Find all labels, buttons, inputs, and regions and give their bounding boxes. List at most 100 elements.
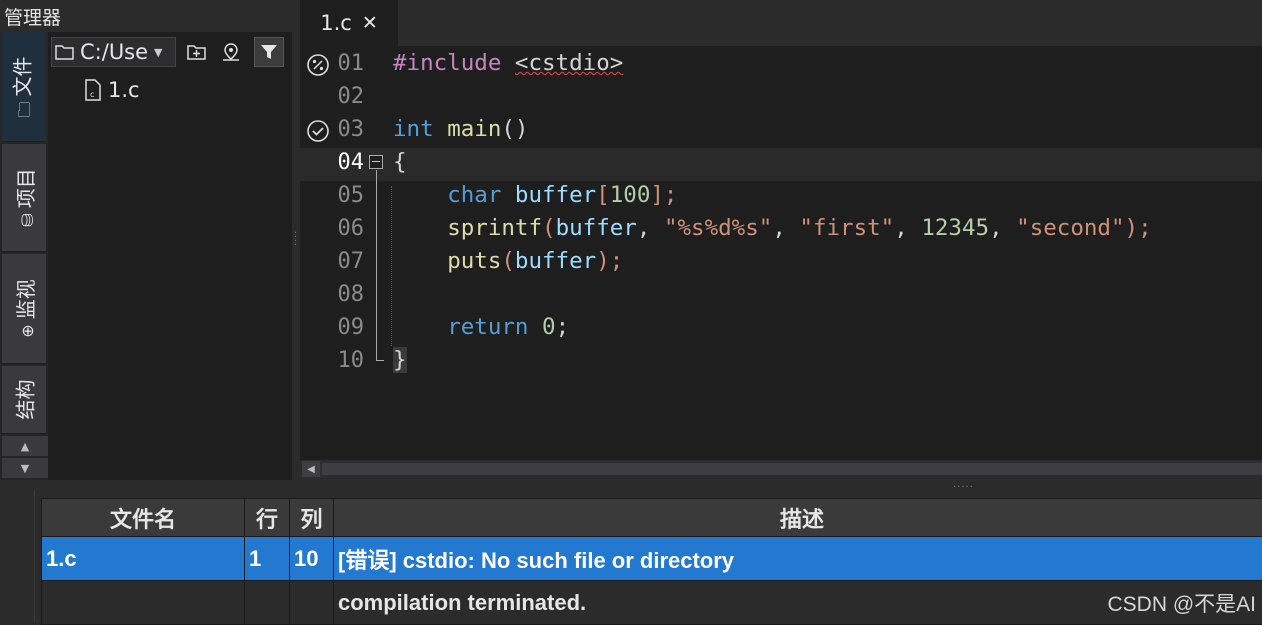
code-token: char	[447, 182, 501, 208]
watch-tab-icon: ⊕	[18, 319, 37, 338]
tab-label: 1.c	[320, 11, 352, 35]
code-token: buffer	[515, 248, 596, 274]
indent-guide	[391, 186, 392, 346]
code-token: int	[393, 116, 434, 142]
locate-file-button[interactable]	[216, 37, 246, 67]
code-line-4: {	[393, 149, 407, 175]
c-file-icon: c	[84, 79, 102, 101]
column-header-col[interactable]: 列	[290, 499, 334, 537]
cell-line	[245, 581, 290, 625]
messages-table: 文件名 行 列 描述 1.c 1 10 [错误] cstdio: No such…	[41, 498, 1262, 625]
horizontal-scrollbar[interactable]: ◀	[300, 460, 1262, 478]
code-token: ];	[650, 182, 677, 208]
path-combobox[interactable]: C:/Use ▼	[51, 37, 176, 67]
column-header-file[interactable]: 文件名	[42, 499, 245, 537]
code-token: buffer	[515, 182, 596, 208]
file-tab-icon: 🗀	[15, 96, 34, 117]
table-header-row: 文件名 行 列 描述	[42, 499, 1262, 537]
line-number: 01	[330, 51, 364, 76]
project-tab-icon: ⛁	[18, 208, 37, 227]
code-token: puts	[447, 248, 501, 274]
code-token: main	[447, 116, 501, 142]
code-token: [	[596, 182, 610, 208]
code-line-7: puts(buffer);	[393, 248, 623, 274]
check-circle-icon[interactable]	[306, 119, 330, 143]
scroll-left-icon[interactable]: ◀	[302, 461, 320, 477]
code-token: ,	[989, 215, 1016, 241]
code-token: ,	[772, 215, 799, 241]
line-number: 10	[330, 348, 364, 373]
code-token: }	[393, 347, 407, 373]
tree-item-label: 1.c	[108, 78, 140, 102]
code-token: ,	[894, 215, 921, 241]
compiler-messages-panel: 文件名 行 列 描述 1.c 1 10 [错误] cstdio: No such…	[34, 490, 1262, 623]
new-folder-button[interactable]	[182, 37, 212, 67]
folder-icon	[54, 42, 76, 62]
cell-col	[290, 581, 334, 625]
code-token: "%s%d%s"	[664, 215, 772, 241]
tree-item-file[interactable]: c 1.c	[84, 78, 140, 102]
scrollbar-thumb[interactable]	[322, 463, 1262, 475]
fold-toggle-icon[interactable]	[369, 155, 383, 169]
code-token: 100	[610, 182, 651, 208]
path-value: C:/Use	[80, 40, 148, 64]
code-line-1: #include <cstdio>	[393, 50, 623, 76]
column-header-line[interactable]: 行	[245, 499, 290, 537]
breakpoint-percent-icon[interactable]	[306, 53, 330, 77]
side-tab-project[interactable]: ⛁ 项目	[2, 144, 46, 252]
current-line-highlight	[300, 148, 1262, 181]
code-token: );	[596, 248, 623, 274]
tab-scroll-up-icon[interactable]: ▲	[2, 436, 48, 456]
manager-title: 管理器	[4, 3, 61, 30]
svg-text:c: c	[90, 90, 94, 99]
code-token: "second"	[1016, 215, 1124, 241]
file-tree-panel: C:/Use ▼ c 1.c	[48, 32, 292, 480]
file-tree-toolbar: C:/Use ▼	[48, 32, 292, 72]
cell-file	[42, 581, 245, 625]
side-tab-files[interactable]: 🗀 文件	[2, 32, 46, 142]
tab-scroll-down-icon[interactable]: ▼	[2, 458, 48, 478]
code-line-5: char buffer[100];	[393, 182, 677, 208]
code-line-6: sprintf(buffer, "%s%d%s", "first", 12345…	[393, 215, 1152, 241]
tab-1c[interactable]: 1.c ✕	[300, 0, 398, 46]
code-token: (	[542, 215, 556, 241]
line-number: 08	[330, 282, 364, 307]
new-folder-icon	[186, 42, 208, 62]
include-error-token: <cstdio>	[515, 50, 623, 76]
cell-desc: [错误] cstdio: No such file or directory	[334, 537, 1262, 581]
vertical-splitter[interactable]: ····	[294, 232, 297, 248]
line-number: 09	[330, 315, 364, 340]
filter-button[interactable]	[254, 37, 284, 67]
column-header-desc[interactable]: 描述	[334, 499, 1262, 537]
line-number: 02	[330, 84, 364, 109]
code-token: 0	[542, 314, 556, 340]
code-token: 12345	[921, 215, 989, 241]
chevron-down-icon: ▼	[154, 46, 162, 59]
watermark-text: CSDN @不是AI	[1108, 588, 1257, 618]
code-line-3: int main()	[393, 116, 528, 142]
line-number-current: 04	[330, 150, 364, 175]
line-number: 06	[330, 216, 364, 241]
code-editor[interactable]: 01 02 03 04 05 06 07 08 09 10 #include <…	[300, 46, 1262, 460]
code-token: ()	[501, 116, 528, 142]
fold-guide-end	[376, 360, 384, 361]
code-token: {	[393, 149, 407, 175]
side-tab-project-label: 项目	[14, 168, 38, 208]
code-token: ,	[637, 215, 664, 241]
code-line-9: return 0;	[393, 314, 569, 340]
code-token: (	[501, 248, 515, 274]
side-tab-structure[interactable]: 结构	[2, 366, 46, 434]
side-tab-watch[interactable]: ⊕ 监视	[2, 254, 46, 364]
line-number: 07	[330, 249, 364, 274]
side-tab-structure-label: 结构	[10, 380, 39, 420]
side-tab-watch-label: 监视	[14, 279, 38, 319]
table-row[interactable]: compilation terminated.	[42, 581, 1262, 625]
code-token: #include	[393, 50, 501, 76]
cell-line: 1	[245, 537, 290, 581]
code-token: sprintf	[447, 215, 542, 241]
locate-icon	[220, 41, 242, 63]
table-row[interactable]: 1.c 1 10 [错误] cstdio: No such file or di…	[42, 537, 1262, 581]
code-token: buffer	[556, 215, 637, 241]
code-token: return	[447, 314, 528, 340]
close-icon[interactable]: ✕	[362, 12, 378, 34]
